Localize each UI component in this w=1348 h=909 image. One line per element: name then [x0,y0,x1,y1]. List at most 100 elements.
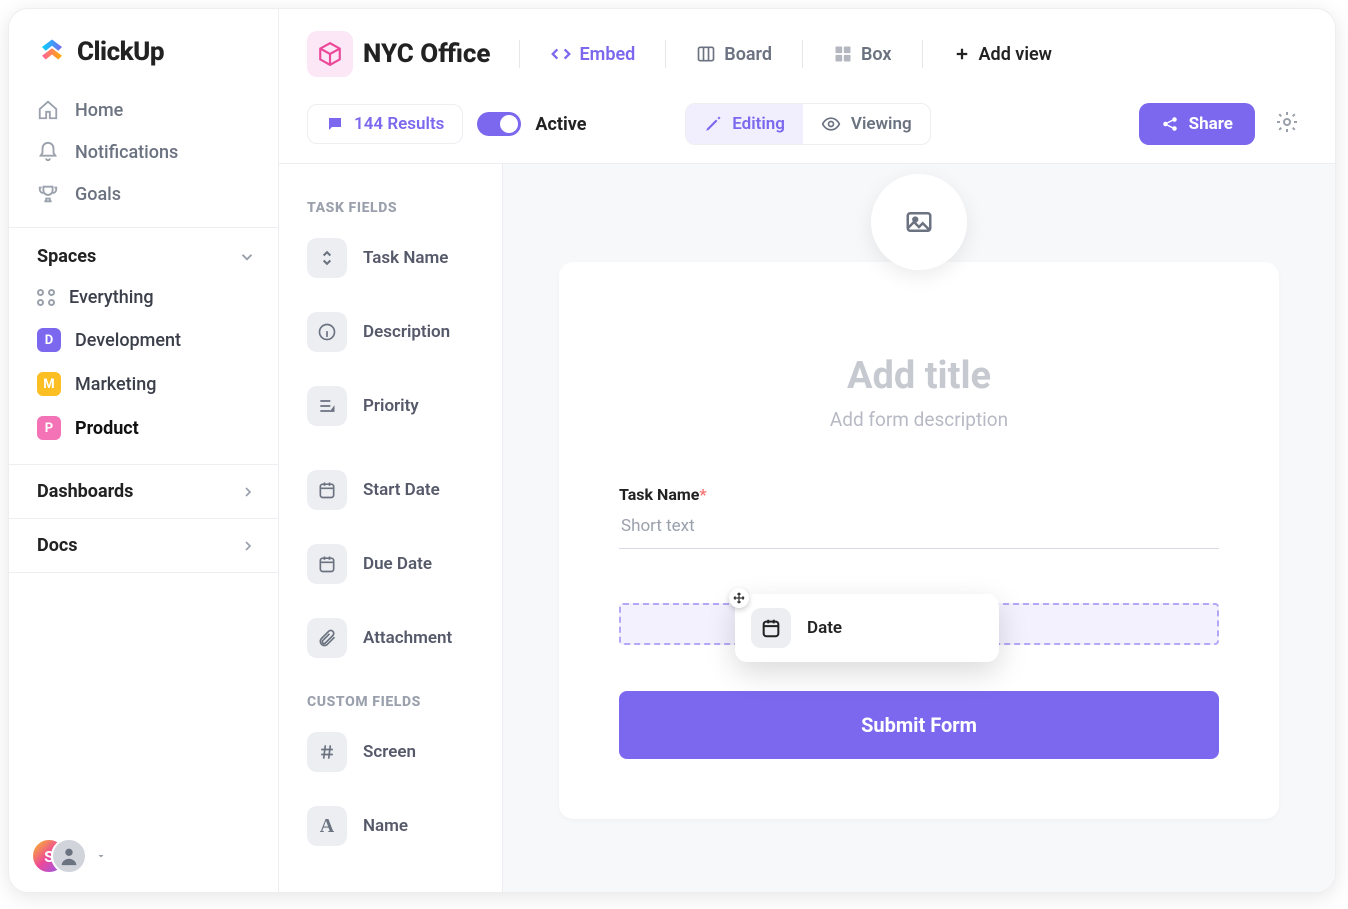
form-card: Add title Add form description Task Name… [559,262,1279,819]
task-name-input[interactable] [619,504,1219,549]
field-priority[interactable]: Priority [303,378,490,434]
form-field-label: Task Name* [619,485,1219,504]
space-label: Development [75,330,181,351]
nav-label: Goals [75,184,121,205]
toolbar: 144 Results Active Editing Viewing Share [279,93,1335,164]
nav-label: Home [75,100,123,121]
field-attachment[interactable]: Attachment [303,610,490,666]
space-item-marketing[interactable]: M Marketing [9,362,278,406]
expand-icon [307,238,347,278]
nav-goals[interactable]: Goals [21,173,266,215]
form-canvas: Add title Add form description Task Name… [503,164,1335,892]
mode-editing[interactable]: Editing [686,104,803,144]
tab-board[interactable]: Board [682,38,786,71]
hash-icon [307,732,347,772]
nav-label: Notifications [75,142,178,163]
chevron-down-icon [238,248,256,266]
brand-name: ClickUp [77,37,164,67]
mode-label: Editing [732,114,785,134]
form-image-placeholder[interactable] [871,174,967,270]
field-label: Description [363,322,450,342]
mode-switch: Editing Viewing [685,103,930,145]
required-marker: * [699,485,706,504]
drag-chip-date[interactable]: Date [735,594,999,662]
space-badge: M [37,372,61,396]
field-name[interactable]: A Name [303,798,490,854]
tab-label: Embed [580,44,636,65]
avatar [51,838,87,874]
paperclip-icon [307,618,347,658]
field-due-date[interactable]: Due Date [303,536,490,592]
label-text: Task Name [619,485,699,504]
divider [665,40,666,68]
nav-notifications[interactable]: Notifications [21,131,266,173]
sidebar: ClickUp Home Notifications Goals Spaces … [9,9,279,892]
field-label: Attachment [363,628,452,648]
tab-box[interactable]: Box [819,38,906,71]
nav-home[interactable]: Home [21,89,266,131]
clickup-logo-icon [37,37,67,67]
custom-fields-header: CUSTOM FIELDS [307,694,490,710]
calendar-icon [751,608,791,648]
content-body: TASK FIELDS Task Name Description Priori… [279,164,1335,892]
nav-dashboards[interactable]: Dashboards [9,464,278,518]
space-label: Marketing [75,374,156,395]
caret-down-icon[interactable] [95,850,107,862]
nav-label: Dashboards [37,481,133,502]
results-pill[interactable]: 144 Results [307,104,463,144]
primary-nav: Home Notifications Goals [9,85,278,219]
space-item-product[interactable]: P Product [9,406,278,450]
field-label: Screen [363,742,416,762]
home-icon [37,99,59,121]
main: NYC Office Embed Board Box Add view [279,9,1335,892]
divider [922,40,923,68]
add-view-button[interactable]: Add view [939,38,1066,71]
add-view-label: Add view [979,44,1052,65]
fields-panel: TASK FIELDS Task Name Description Priori… [279,164,503,892]
mode-label: Viewing [851,114,912,134]
sidebar-footer: S [9,820,278,892]
space-everything[interactable]: Everything [9,277,278,318]
field-start-date[interactable]: Start Date [303,462,490,518]
brand-logo[interactable]: ClickUp [9,9,278,85]
tab-embed[interactable]: Embed [536,37,650,71]
avatar-stack[interactable]: S [31,838,87,874]
spaces-header[interactable]: Spaces [9,228,278,277]
field-label: Priority [363,396,419,416]
eye-icon [821,114,841,134]
divider [802,40,803,68]
field-label: Due Date [363,554,432,574]
chip-label: Date [807,618,842,638]
settings-button[interactable] [1269,104,1305,144]
active-toggle[interactable] [477,112,521,136]
cube-icon [317,41,343,67]
gear-icon [1275,110,1299,134]
mode-viewing[interactable]: Viewing [803,104,930,144]
results-label: 144 Results [354,114,444,134]
share-label: Share [1189,114,1233,134]
pencil-icon [704,115,722,133]
form-subtitle-input[interactable]: Add form description [619,408,1219,431]
share-button[interactable]: Share [1139,103,1255,145]
trophy-icon [37,183,59,205]
priority-icon [307,386,347,426]
box-icon [833,44,853,64]
nav-label: Docs [37,535,77,556]
space-item-development[interactable]: D Development [9,318,278,362]
space-label: Everything [69,287,154,308]
everything-icon [37,289,55,307]
image-icon [904,207,934,237]
text-icon: A [307,806,347,846]
field-task-name[interactable]: Task Name [303,230,490,286]
chevron-right-icon [240,538,256,554]
task-fields-header: TASK FIELDS [307,200,490,216]
submit-button[interactable]: Submit Form [619,691,1219,759]
form-title-input[interactable]: Add title [619,354,1219,398]
nav-docs[interactable]: Docs [9,518,278,573]
comment-icon [326,115,344,133]
field-screen[interactable]: Screen [303,724,490,780]
workspace-badge [307,31,353,77]
field-label: Name [363,816,408,836]
field-description[interactable]: Description [303,304,490,360]
move-icon [729,588,749,608]
